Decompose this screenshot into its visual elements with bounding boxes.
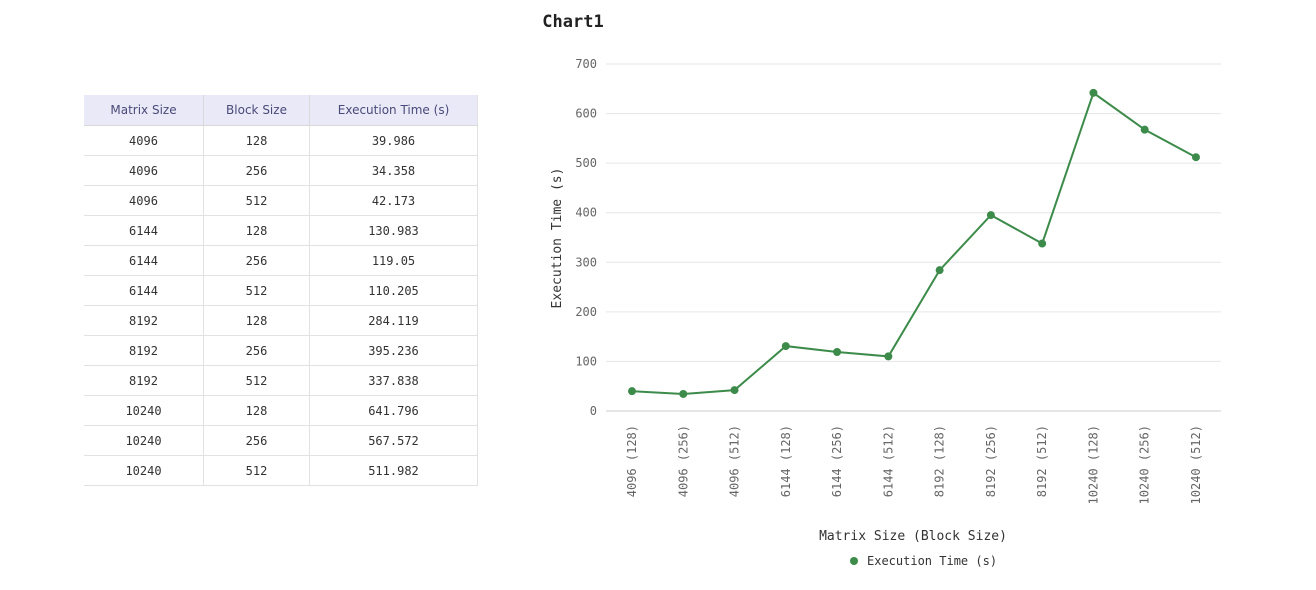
y-tick-label: 100 [575,354,597,368]
y-tick-label: 500 [575,156,597,170]
x-tick-label: 4096 (128) [625,425,639,497]
x-tick-label: 4096 (512) [728,425,742,497]
data-point [935,266,944,275]
x-axis-title: Matrix Size (Block Size) [819,529,1007,544]
y-tick-label: 200 [575,305,597,319]
data-point [1038,239,1047,248]
data-point [628,387,636,396]
series-line [631,91,1197,396]
y-tick-label: 0 [590,404,597,418]
data-point [884,352,893,361]
x-axis-ticks: 4096 (128) 4096 (256) 4096 (512) 6144 (128)… [625,425,1203,504]
y-tick-label: 400 [575,206,597,220]
x-tick-label: 8192 (512) [1035,425,1049,497]
y-tick-label: 700 [575,57,597,71]
data-point [1089,88,1098,97]
x-tick-label: 6144 (512) [881,425,895,497]
x-tick-label: 6144 (256) [830,425,844,497]
data-point [1191,153,1200,162]
legend-marker [850,557,858,565]
x-tick-label: 10240 (512) [1189,425,1203,504]
line-chart: 0 100 200 300 400 500 600 700 4096 (128) 4096 (2… [550,57,1221,568]
y-tick-label: 600 [575,107,597,121]
series-points [628,88,1200,398]
x-tick-label: 10240 (256) [1138,425,1152,504]
y-tick-label: 300 [575,255,597,269]
y-axis-ticks: 0 100 200 300 400 500 600 700 [575,57,597,418]
legend: Execution Time (s) [850,554,997,568]
x-tick-label: 8192 (256) [984,425,998,497]
x-tick-label: 8192 (128) [933,425,947,497]
x-tick-label: 6144 (128) [779,425,793,497]
grid [606,63,1221,412]
legend-label: Execution Time (s) [867,554,997,568]
data-point [679,389,688,398]
data-point [833,347,842,356]
y-axis-title: Execution Time (s) [550,168,565,309]
x-tick-label: 10240 (128) [1086,425,1100,504]
x-tick-label: 4096 (256) [676,425,690,497]
data-point [986,211,995,220]
data-point [781,342,790,351]
data-point [730,386,739,395]
data-point [1140,125,1149,134]
